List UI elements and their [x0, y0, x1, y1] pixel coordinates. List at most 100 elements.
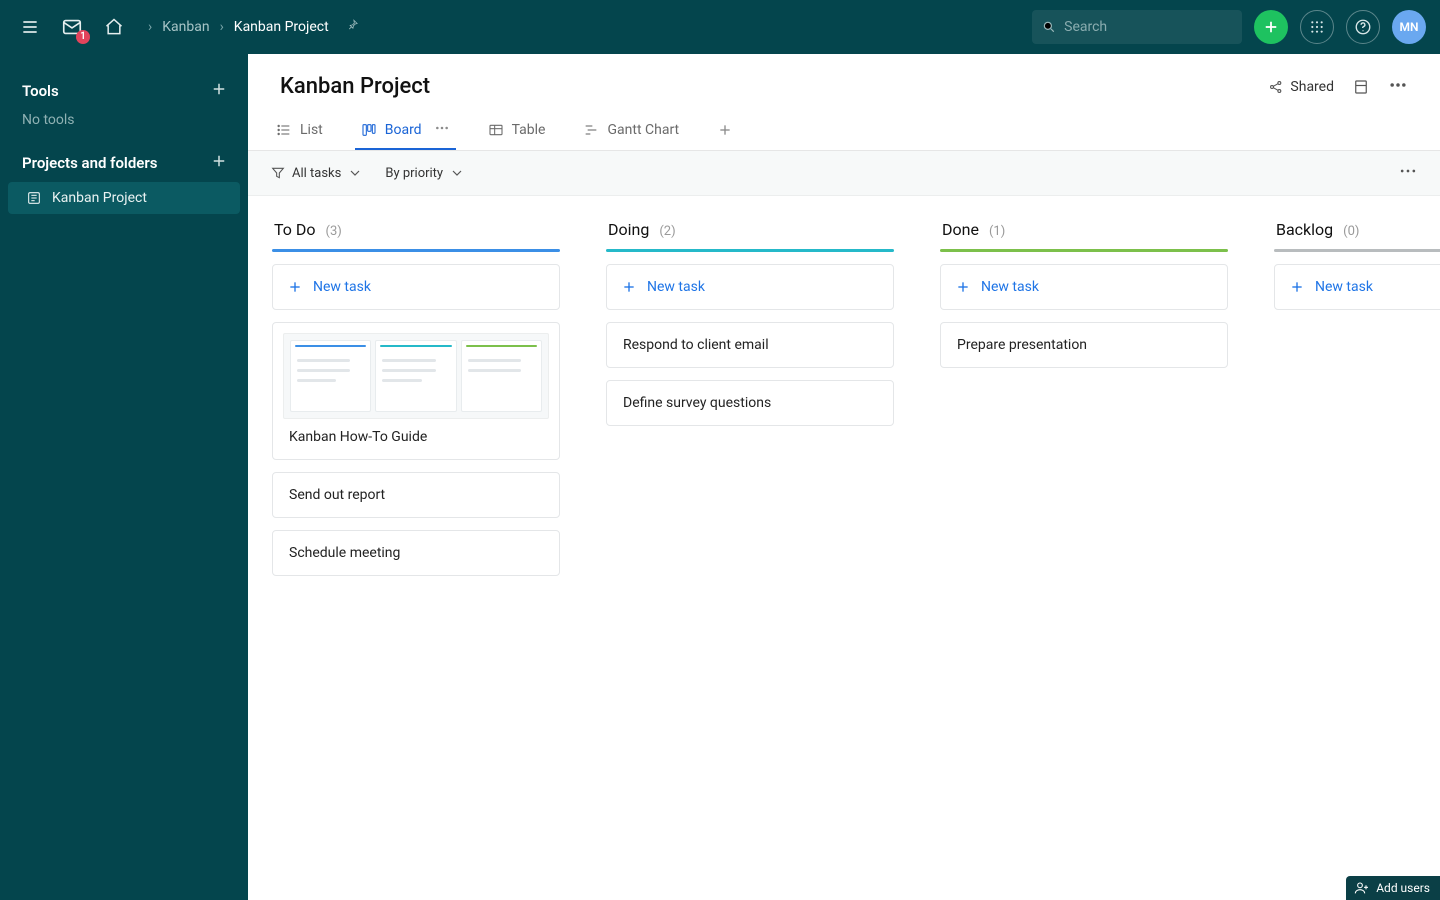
- filter-all-tasks[interactable]: All tasks: [270, 165, 363, 181]
- sort-by-priority[interactable]: By priority: [385, 165, 465, 181]
- help-button[interactable]: [1346, 10, 1380, 44]
- board-icon: [361, 122, 377, 138]
- global-create-button[interactable]: [1254, 10, 1288, 44]
- home-button[interactable]: [98, 11, 130, 43]
- kanban-board[interactable]: To Do (3) New task Kanban How-To Guide Send …: [248, 196, 1440, 900]
- tab-board-more[interactable]: [434, 120, 450, 140]
- more-horizontal-icon: [434, 120, 450, 136]
- add-tool-button[interactable]: [210, 80, 228, 102]
- topbar-left: 1 › Kanban › Kanban Project: [14, 11, 361, 43]
- breadcrumb-item-parent[interactable]: Kanban: [162, 19, 209, 35]
- column-title: Done: [942, 220, 979, 239]
- hamburger-menu-button[interactable]: [14, 11, 46, 43]
- task-card[interactable]: Define survey questions: [606, 380, 894, 426]
- search-input[interactable]: [1064, 19, 1232, 35]
- sidebar: Tools No tools Projects and folders Kanb…: [0, 54, 248, 900]
- tab-table[interactable]: Table: [482, 111, 552, 150]
- pin-icon: [345, 17, 361, 33]
- add-user-icon: [1354, 880, 1370, 896]
- table-icon: [488, 122, 504, 138]
- new-task-label: New task: [647, 279, 705, 295]
- new-task-label: New task: [313, 279, 371, 295]
- breadcrumb: › Kanban › Kanban Project: [148, 17, 361, 37]
- main-content: Kanban Project Shared List: [248, 54, 1440, 900]
- sidebar-item-kanban-project[interactable]: Kanban Project: [8, 182, 240, 214]
- gantt-icon: [583, 122, 599, 138]
- page-title: Kanban Project: [280, 74, 430, 99]
- filter-more-button[interactable]: [1398, 161, 1418, 185]
- add-users-button[interactable]: Add users: [1346, 876, 1440, 900]
- column-count: (3): [326, 224, 342, 239]
- column-header[interactable]: Doing(2): [606, 220, 894, 249]
- add-view-button[interactable]: [711, 111, 739, 150]
- chevron-down-icon: [449, 165, 465, 181]
- tab-board[interactable]: Board: [355, 111, 456, 150]
- plus-icon: [717, 122, 733, 138]
- column-title: To Do: [274, 220, 316, 239]
- chevron-down-icon: [347, 165, 363, 181]
- new-task-button[interactable]: New task: [272, 264, 560, 310]
- task-card[interactable]: Prepare presentation: [940, 322, 1228, 368]
- card-thumbnail: [283, 333, 549, 419]
- plus-icon: [1289, 279, 1305, 295]
- page-header-actions: Shared: [1268, 75, 1408, 99]
- share-icon: [1268, 79, 1284, 95]
- shared-label: Shared: [1290, 79, 1334, 95]
- search-icon: [1042, 19, 1056, 35]
- sidebar-tools-header: Tools: [0, 70, 248, 108]
- plus-icon: [210, 80, 228, 98]
- new-task-label: New task: [1315, 279, 1373, 295]
- task-card[interactable]: Schedule meeting: [272, 530, 560, 576]
- tab-list-label: List: [300, 122, 323, 138]
- search-box[interactable]: [1032, 10, 1242, 44]
- task-card[interactable]: Respond to client email: [606, 322, 894, 368]
- filter-bar: All tasks By priority: [248, 151, 1440, 196]
- plus-icon: [621, 279, 637, 295]
- sidebar-tools-title: Tools: [22, 82, 59, 100]
- inbox-button[interactable]: 1: [56, 11, 88, 43]
- column-header[interactable]: Done(1): [940, 220, 1228, 249]
- task-card[interactable]: Kanban How-To Guide: [272, 322, 560, 460]
- tab-gantt-label: Gantt Chart: [607, 122, 679, 138]
- sidebar-no-tools: No tools: [0, 108, 248, 142]
- breadcrumb-item-current[interactable]: Kanban Project: [234, 19, 329, 35]
- plus-icon: [210, 152, 228, 170]
- sidebar-projects-header: Projects and folders: [0, 142, 248, 180]
- new-task-button[interactable]: New task: [940, 264, 1228, 310]
- plus-icon: [287, 279, 303, 295]
- panel-icon: [1352, 78, 1370, 96]
- tab-list[interactable]: List: [270, 111, 329, 150]
- list-icon: [276, 122, 292, 138]
- help-icon: [1354, 18, 1372, 36]
- column-accent: [272, 249, 560, 252]
- apps-button[interactable]: [1300, 10, 1334, 44]
- new-task-label: New task: [981, 279, 1039, 295]
- board-column: Doing(2) New task Respond to client email D…: [606, 220, 894, 890]
- panel-toggle-button[interactable]: [1352, 78, 1370, 96]
- column-accent: [940, 249, 1228, 252]
- column-header[interactable]: To Do (3): [272, 220, 560, 249]
- new-task-button[interactable]: New task: [1274, 264, 1440, 310]
- column-accent: [606, 249, 894, 252]
- tab-gantt[interactable]: Gantt Chart: [577, 111, 685, 150]
- new-task-button[interactable]: New task: [606, 264, 894, 310]
- sidebar-item-label: Kanban Project: [52, 190, 147, 206]
- pin-button[interactable]: [345, 17, 361, 37]
- shared-button[interactable]: Shared: [1268, 79, 1334, 95]
- breadcrumb-separator: ›: [148, 19, 152, 35]
- mail-badge: 1: [76, 30, 90, 44]
- column-count: (0): [1343, 224, 1359, 239]
- user-avatar[interactable]: MN: [1392, 10, 1426, 44]
- more-horizontal-icon: [1388, 75, 1408, 95]
- column-header[interactable]: Backlog(0): [1274, 220, 1440, 249]
- page-more-button[interactable]: [1388, 75, 1408, 99]
- apps-grid-icon: [1309, 19, 1325, 35]
- task-card[interactable]: Send out report: [272, 472, 560, 518]
- plus-icon: [1262, 18, 1280, 36]
- add-project-button[interactable]: [210, 152, 228, 174]
- board-column: To Do (3) New task Kanban How-To Guide Send …: [272, 220, 560, 890]
- filter-icon: [270, 165, 286, 181]
- sort-label: By priority: [385, 166, 443, 181]
- column-title: Doing: [608, 220, 649, 239]
- page-header: Kanban Project Shared: [248, 54, 1440, 107]
